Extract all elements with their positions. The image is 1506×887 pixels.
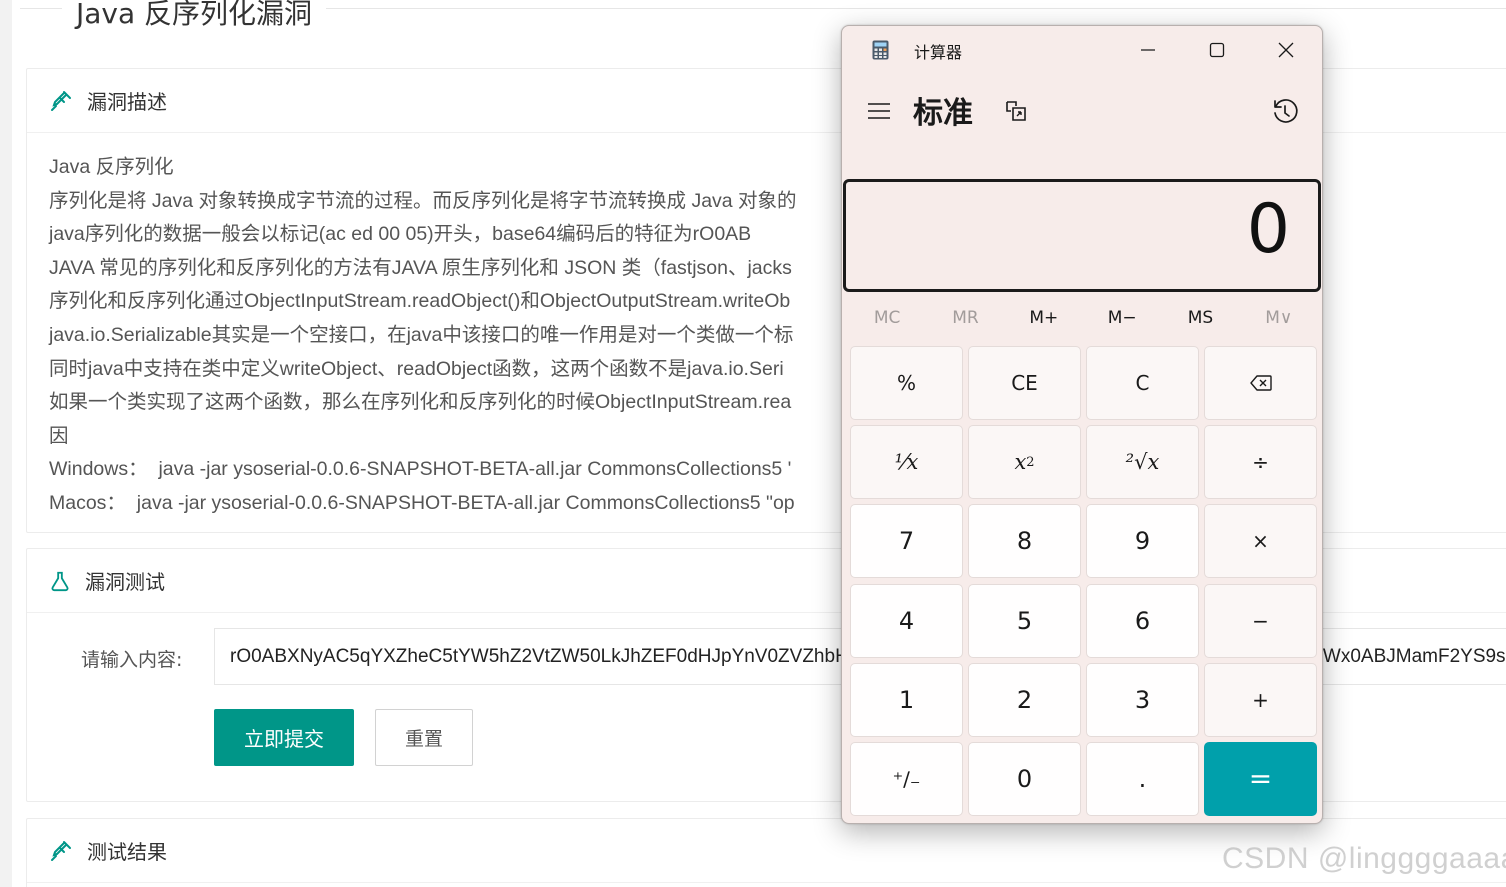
syringe-icon	[51, 840, 71, 861]
submit-button[interactable]: 立即提交	[214, 709, 354, 766]
digit-6-button[interactable]: 6	[1086, 583, 1199, 658]
memory-store-button[interactable]: MS	[1161, 302, 1239, 334]
memory-row: MC MR M+ M− MS M∨	[848, 302, 1318, 334]
digit-7-button[interactable]: 7	[850, 504, 963, 579]
close-icon	[1278, 42, 1294, 58]
backspace-icon	[1249, 375, 1272, 391]
digit-0-button[interactable]: 0	[968, 741, 1081, 816]
memory-clear-button[interactable]: MC	[848, 302, 926, 334]
digit-4-button[interactable]: 4	[850, 583, 963, 658]
calculator-app-icon	[872, 40, 889, 60]
test-heading: 漏洞测试	[85, 570, 165, 594]
multiply-button[interactable]: ×	[1204, 504, 1317, 579]
reciprocal-button[interactable]: ⅟x	[850, 425, 963, 500]
minimize-button[interactable]	[1125, 34, 1171, 66]
description-heading: 漏洞描述	[87, 90, 167, 114]
result-heading: 测试结果	[87, 840, 167, 864]
display-value: 0	[1246, 190, 1290, 269]
payload-label: 请输入内容:	[81, 649, 183, 671]
calculator-window: 计算器 标准 0 MC MR M+ M− MS M∨ % CE C ⅟x x 2…	[841, 25, 1323, 824]
clear-entry-button[interactable]: CE	[968, 346, 1081, 420]
negate-button[interactable]: ⁺∕₋	[850, 741, 963, 816]
maximize-button[interactable]	[1194, 34, 1240, 66]
calculator-titlebar[interactable]: 计算器	[842, 26, 1322, 72]
square-exponent: 2	[1026, 454, 1035, 470]
flask-icon	[51, 571, 69, 591]
maximize-icon	[1209, 42, 1225, 58]
reset-button[interactable]: 重置	[375, 709, 473, 766]
digit-5-button[interactable]: 5	[968, 583, 1081, 658]
subtract-button[interactable]: −	[1204, 583, 1317, 658]
memory-subtract-button[interactable]: M−	[1083, 302, 1161, 334]
page-title: Java 反序列化漏洞	[62, 0, 327, 32]
digit-9-button[interactable]: 9	[1086, 504, 1199, 579]
square-button[interactable]: x2	[968, 425, 1081, 500]
equals-button[interactable]: =	[1204, 741, 1317, 816]
navigation-menu-button[interactable]	[862, 96, 896, 126]
square-label: x	[1014, 450, 1027, 475]
digit-8-button[interactable]: 8	[968, 504, 1081, 579]
backspace-button[interactable]	[1204, 346, 1317, 420]
keep-on-top-icon	[1006, 101, 1026, 121]
calculator-display: 0	[843, 179, 1321, 292]
calculator-keypad: % CE C ⅟x x2 ²√x ÷ 7 8 9 × 4 5 6 − 1 2 3…	[850, 346, 1317, 816]
digit-1-button[interactable]: 1	[850, 662, 963, 737]
history-button[interactable]	[1266, 94, 1304, 130]
calculator-title: 计算器	[914, 43, 963, 62]
clear-button[interactable]: C	[1086, 346, 1199, 420]
memory-recall-button[interactable]: MR	[926, 302, 1004, 334]
decimal-button[interactable]: .	[1086, 741, 1199, 816]
keep-on-top-button[interactable]	[1000, 95, 1032, 127]
hamburger-icon	[868, 103, 890, 119]
divide-button[interactable]: ÷	[1204, 425, 1317, 500]
syringe-icon	[51, 90, 71, 111]
calculator-header: 标准	[842, 84, 1322, 136]
calculator-mode-title: 标准	[913, 96, 973, 131]
add-button[interactable]: +	[1204, 662, 1317, 737]
minimize-icon	[1141, 49, 1155, 51]
memory-list-button[interactable]: M∨	[1240, 302, 1318, 334]
digit-2-button[interactable]: 2	[968, 662, 1081, 737]
square-root-button[interactable]: ²√x	[1086, 425, 1199, 500]
digit-3-button[interactable]: 3	[1086, 662, 1199, 737]
history-icon	[1274, 99, 1298, 123]
percent-button[interactable]: %	[850, 346, 963, 420]
close-button[interactable]	[1263, 34, 1309, 66]
csdn-watermark: CSDN @linggggaaaa	[1222, 842, 1506, 875]
memory-add-button[interactable]: M+	[1005, 302, 1083, 334]
